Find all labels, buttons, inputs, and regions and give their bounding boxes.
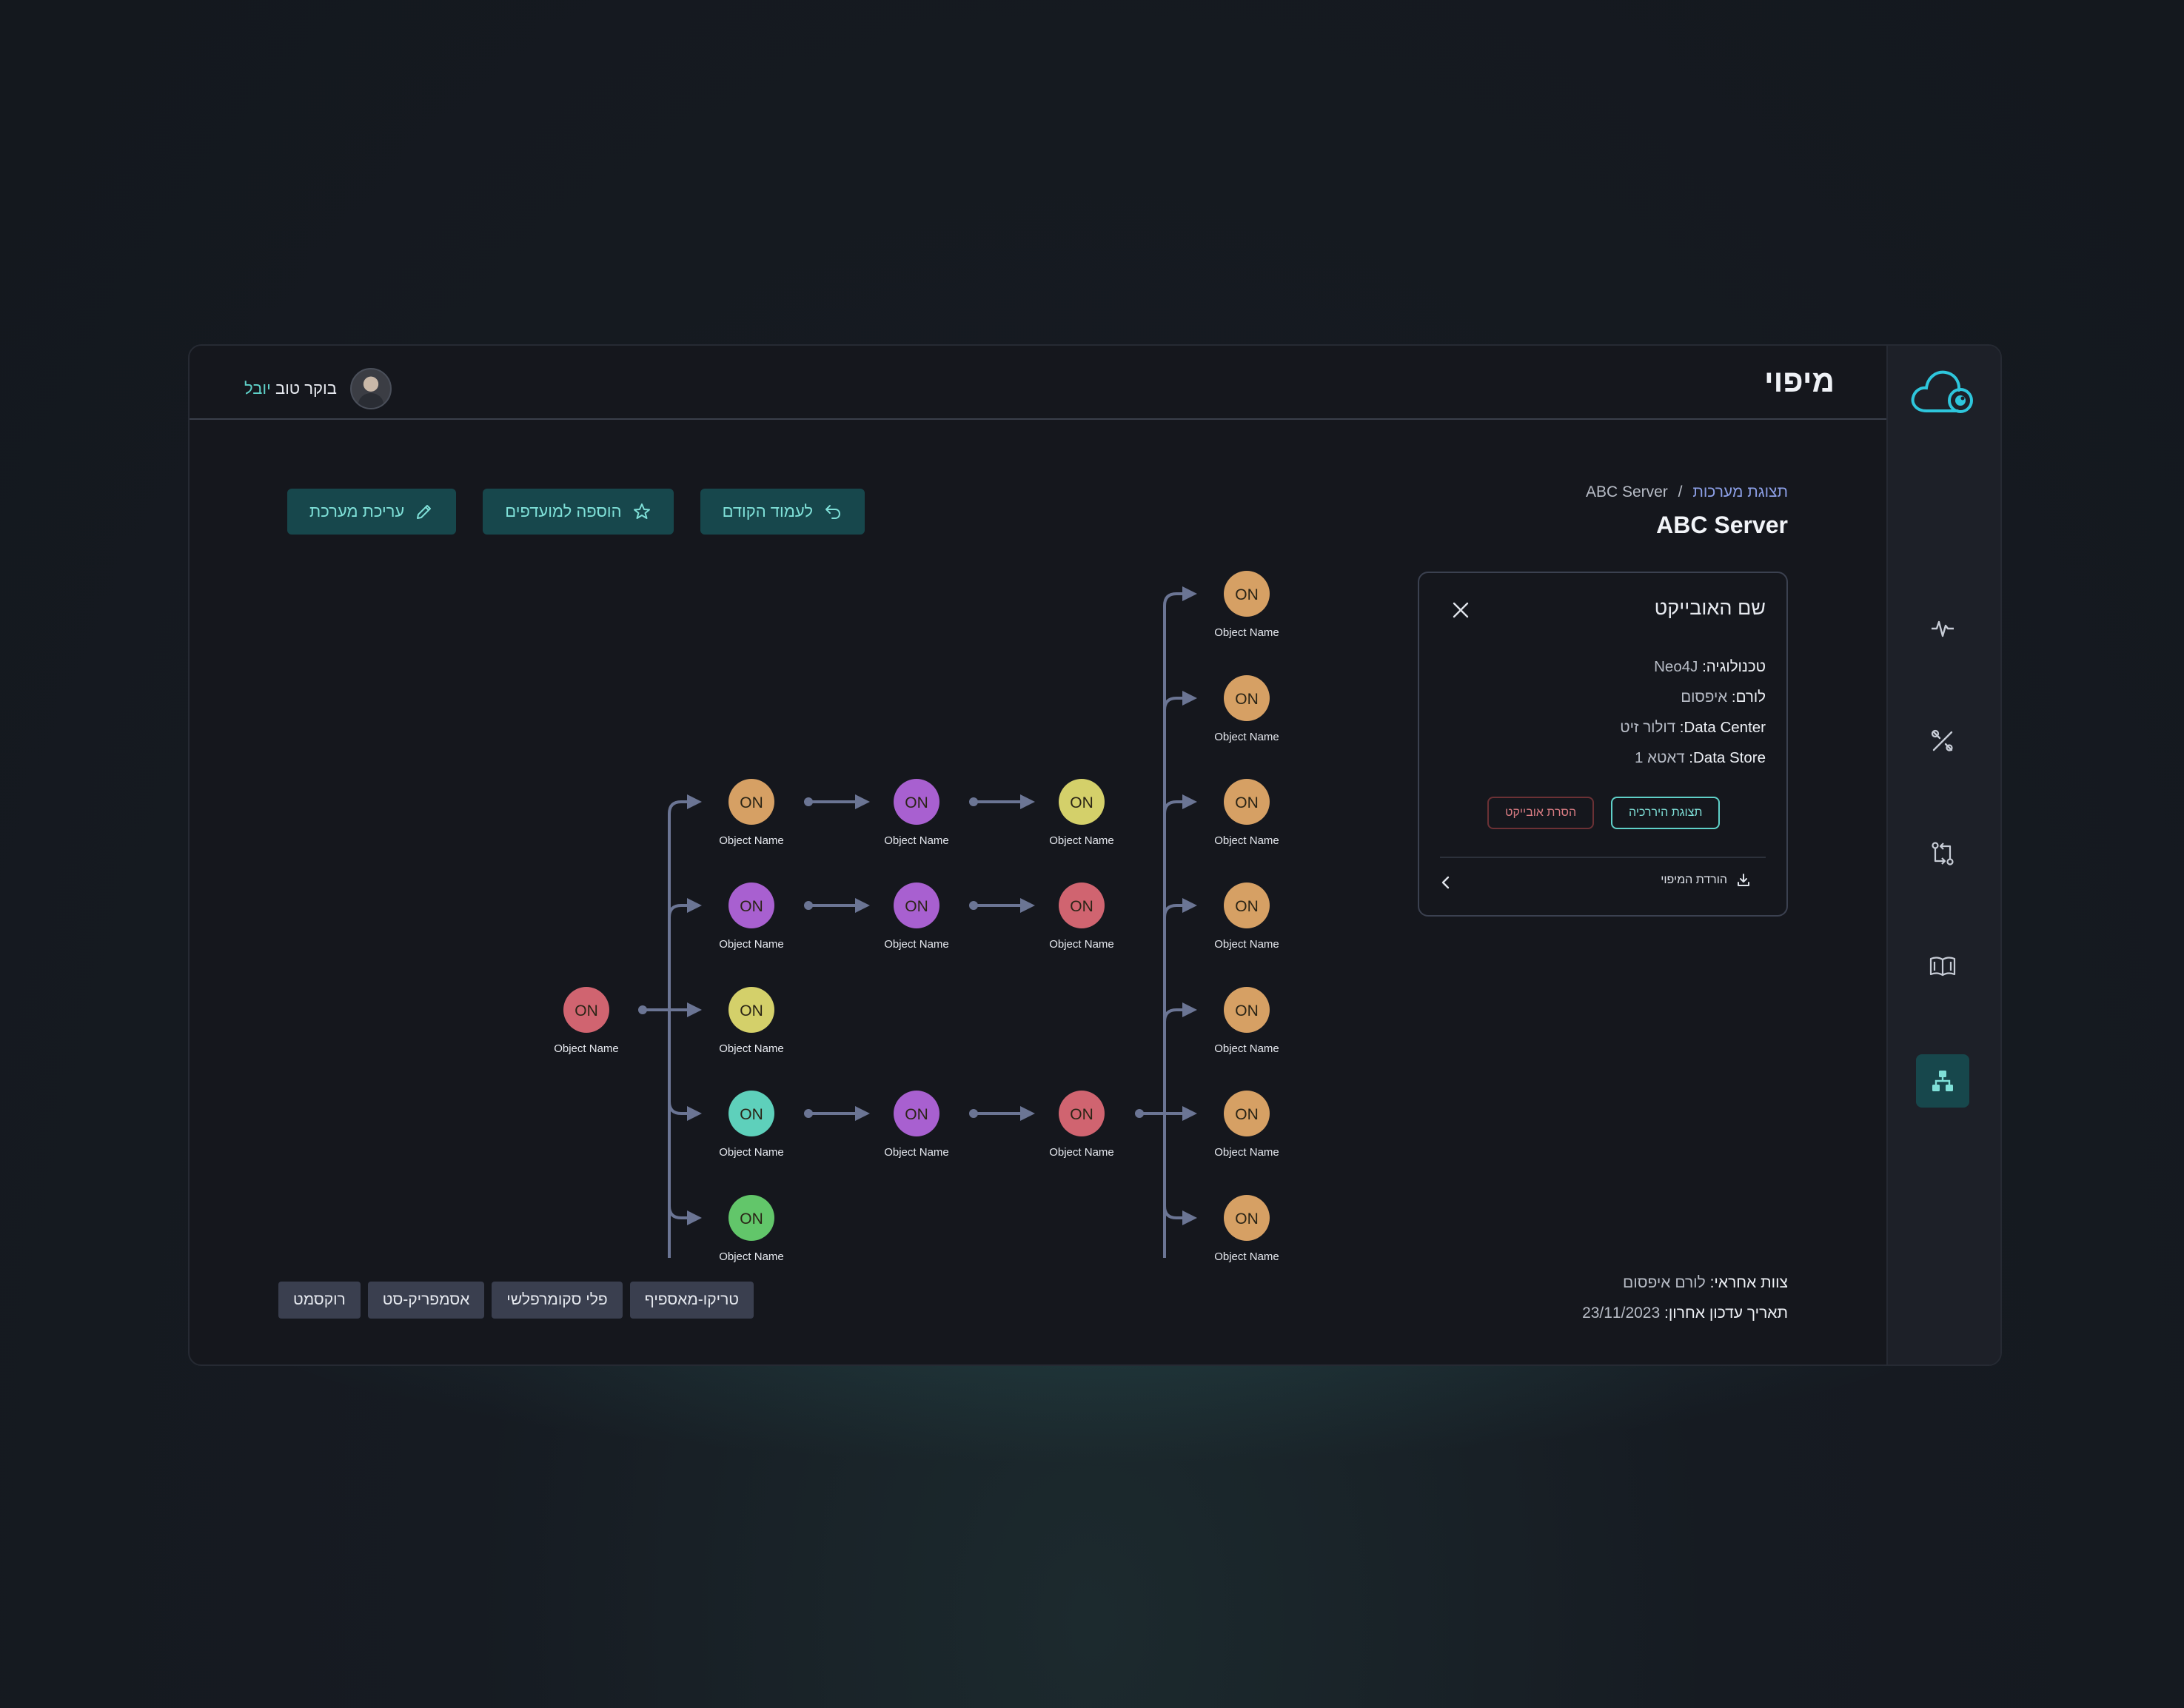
panel-row: לורם: איפסום (1620, 682, 1766, 712)
panel-row: Data Store: דאטא 1 (1620, 743, 1766, 773)
panel-row: Data Center: דולור זיט (1620, 712, 1766, 743)
page-title: מיפוי (1763, 364, 1835, 398)
breadcrumb-parent[interactable]: תצוגת מערכות (1692, 483, 1788, 500)
panel-row: טכנולוגיה: Neo4J (1620, 652, 1766, 682)
node-label: Object Name (1049, 1146, 1114, 1159)
hierarchy-icon (1932, 1071, 1953, 1091)
row-key: Data Center: (1679, 719, 1766, 736)
node-label: Object Name (884, 1146, 949, 1159)
node-status: ON (1235, 1106, 1259, 1123)
node-status: ON (740, 1002, 763, 1019)
cloud-logo-icon (1911, 370, 1973, 413)
node-label: Object Name (719, 834, 784, 847)
node-status: ON (575, 1002, 598, 1019)
node-status: ON (740, 1106, 763, 1123)
node-status: ON (1235, 691, 1259, 708)
connector-arrow (1163, 1002, 1197, 1022)
node-status: ON (1070, 898, 1093, 915)
connector-arrow (668, 1205, 702, 1225)
node-label: Object Name (1049, 834, 1114, 847)
row-value: Neo4J (1654, 658, 1698, 675)
nav-activity[interactable] (1916, 602, 1969, 655)
node-label: Object Name (1214, 938, 1279, 951)
node-label: Object Name (884, 834, 949, 847)
node-label: Object Name (1214, 1042, 1279, 1055)
node-status: ON (740, 898, 763, 915)
node-label: Object Name (1214, 731, 1279, 743)
connector-arrow (1163, 691, 1197, 711)
nav-sync[interactable] (1916, 827, 1969, 880)
row-value: דאטא 1 (1635, 749, 1685, 766)
updated-label: תאריך עדכון אחרון: (1664, 1305, 1788, 1322)
row-value: דולור זיט (1620, 719, 1676, 736)
node-status: ON (1235, 1002, 1259, 1019)
last-updated: תאריך עדכון אחרון: 23/11/2023 (1582, 1298, 1788, 1328)
node-label: Object Name (719, 1042, 784, 1055)
book-icon (1929, 957, 1956, 977)
node-status: ON (1070, 1106, 1093, 1123)
sidebar (1886, 346, 2000, 1364)
activity-icon (1932, 620, 1954, 637)
team-label: צוות אחראי: (1709, 1274, 1788, 1291)
node-status: ON (905, 794, 928, 811)
panel-title: שם האובייקט (1654, 597, 1766, 619)
breadcrumb-current: ABC Server (1585, 483, 1668, 500)
panel-rows: טכנולוגיה: Neo4J לורם: איפסום Data Cente… (1620, 652, 1766, 773)
node-status: ON (1235, 586, 1259, 603)
connector-arrow (668, 898, 702, 918)
node-status: ON (740, 794, 763, 811)
node-status: ON (1070, 794, 1093, 811)
node-label: Object Name (1214, 626, 1279, 639)
row-key: לורם: (1731, 689, 1766, 706)
sync-icon (1932, 842, 1954, 865)
node-label: Object Name (884, 938, 949, 951)
connector-arrow (1163, 1205, 1197, 1225)
node-label: Object Name (1214, 834, 1279, 847)
row-key: Data Store: (1689, 749, 1766, 766)
nav-book[interactable] (1916, 940, 1969, 993)
download-mapping-link[interactable]: הורדת המיפוי (1661, 873, 1751, 888)
node-status: ON (905, 898, 928, 915)
connector-arrow (1163, 794, 1197, 814)
nav-hierarchy[interactable] (1916, 1054, 1969, 1108)
connector-arrow (668, 794, 702, 814)
hierarchy-view-button[interactable]: תצוגת היררכיה (1611, 797, 1721, 829)
row-value: איפסום (1681, 689, 1728, 706)
breadcrumb-separator: / (1678, 483, 1683, 500)
node-status: ON (1235, 898, 1259, 915)
node-status: ON (1235, 1210, 1259, 1228)
node-label: Object Name (719, 1146, 784, 1159)
download-label: הורדת המיפוי (1661, 874, 1727, 886)
connector-arrow (1163, 898, 1197, 918)
download-icon (1738, 874, 1749, 886)
tools-icon (1931, 729, 1953, 751)
row-key: טכנולוגיה: (1702, 658, 1766, 675)
team-value: לורם איפסום (1623, 1274, 1706, 1291)
node-label: Object Name (1214, 1250, 1279, 1263)
connector-arrow (1163, 586, 1197, 606)
node-status: ON (905, 1106, 928, 1123)
nav-tools[interactable] (1916, 714, 1969, 768)
server-title: ABC Server (1656, 512, 1788, 538)
node-label: Object Name (719, 1250, 784, 1263)
node-label: Object Name (1049, 938, 1114, 951)
connector-arrow (668, 1101, 702, 1121)
node-label: Object Name (554, 1042, 619, 1055)
node-label: Object Name (1214, 1146, 1279, 1159)
node-status: ON (1235, 794, 1259, 811)
breadcrumb: תצוגת מערכות / ABC Server (1586, 483, 1788, 501)
system-meta: צוות אחראי: לורם איפסום תאריך עדכון אחרו… (1582, 1267, 1788, 1328)
mapping-graph: ON Object Name ON Object Name ON Object Name O… (554, 571, 1279, 1263)
node-status: ON (740, 1210, 763, 1228)
updated-value: 23/11/2023 (1582, 1305, 1661, 1322)
node-label: Object Name (719, 938, 784, 951)
app-window: מיפוי בוקר טוב יובל עריכת מערכת הוספה למ… (188, 344, 2002, 1366)
responsible-team: צוות אחראי: לורם איפסום (1582, 1267, 1788, 1298)
